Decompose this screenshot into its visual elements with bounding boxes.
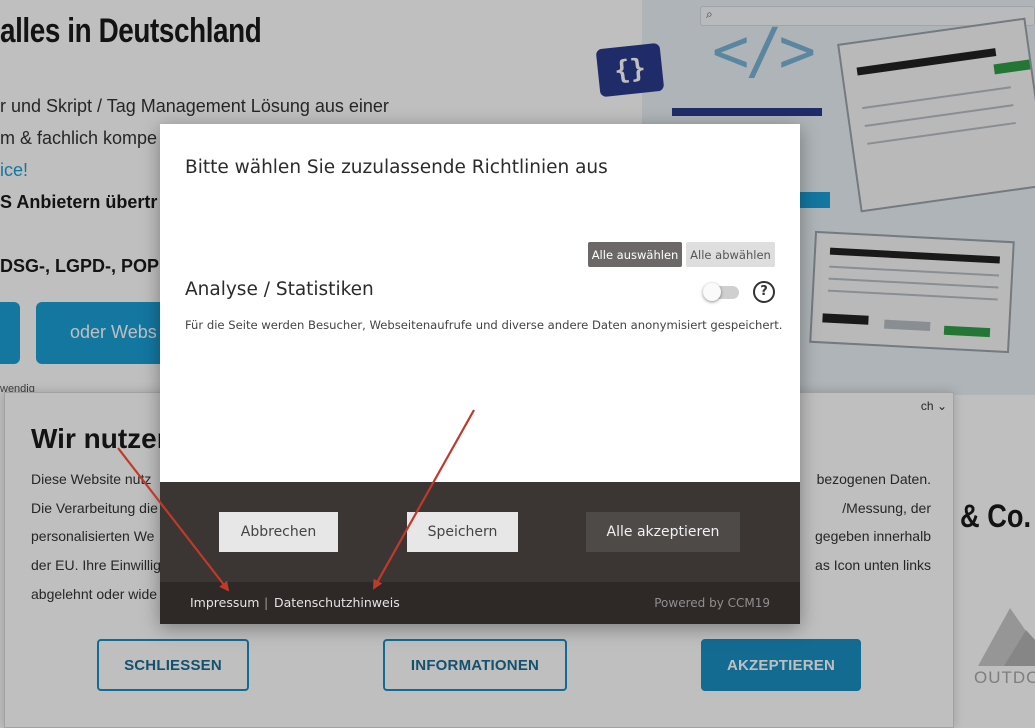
consent-settings-dialog: Bitte wählen Sie zuzulassende Richtlinie… bbox=[160, 124, 800, 624]
save-button[interactable]: Speichern bbox=[407, 512, 518, 552]
cancel-button[interactable]: Abbrechen bbox=[219, 512, 338, 552]
accept-all-button[interactable]: Alle akzeptieren bbox=[586, 512, 740, 552]
deselect-all-button[interactable]: Alle abwählen bbox=[686, 242, 775, 267]
dialog-title: Bitte wählen Sie zuzulassende Richtlinie… bbox=[185, 157, 608, 178]
help-icon[interactable]: ? bbox=[753, 281, 775, 303]
dialog-footer-links: Impressum | Datenschutzhinweis Powered b… bbox=[160, 582, 800, 624]
select-all-button[interactable]: Alle auswählen bbox=[588, 242, 682, 267]
powered-by-label[interactable]: Powered by CCM19 bbox=[654, 596, 770, 610]
dialog-footer: Abbrechen Speichern Alle akzeptieren Imp… bbox=[160, 482, 800, 624]
link-separator: | bbox=[264, 595, 269, 610]
toggle-knob bbox=[703, 283, 721, 301]
privacy-link[interactable]: Datenschutzhinweis bbox=[274, 595, 400, 610]
category-description: Für die Seite werden Besucher, Webseiten… bbox=[185, 318, 783, 332]
imprint-link[interactable]: Impressum bbox=[190, 595, 259, 610]
category-title: Analyse / Statistiken bbox=[185, 279, 374, 300]
category-toggle[interactable] bbox=[703, 283, 739, 301]
